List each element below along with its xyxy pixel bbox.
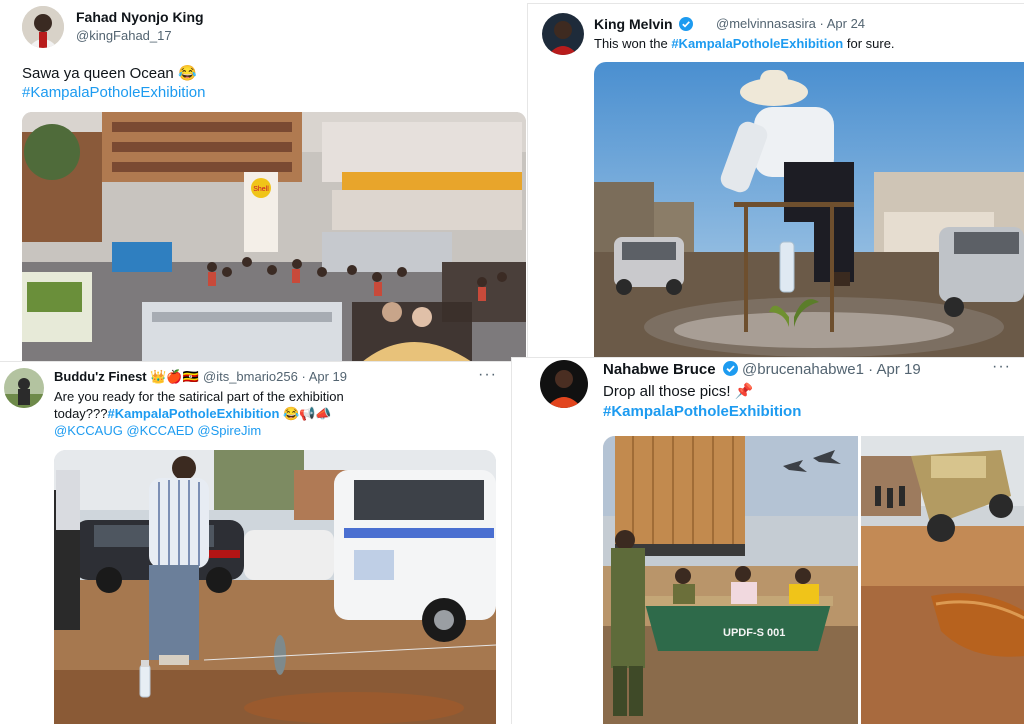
- tweet4-author-name[interactable]: Nahabwe Bruce: [603, 361, 738, 378]
- tweet1-author-name[interactable]: Fahad Nyonjo King: [76, 9, 204, 25]
- tweet4-more-options-icon[interactable]: ···: [992, 358, 1011, 376]
- tweet3-hashtag[interactable]: #KampalaPotholeExhibition: [108, 406, 280, 421]
- tweet2-author-name-text[interactable]: King Melvin: [594, 16, 673, 32]
- tweet2-text-prefix: This won the: [594, 36, 672, 51]
- verified-badge-icon: [679, 17, 694, 31]
- avatar-king-melvin[interactable]: [542, 13, 584, 55]
- tweet2-author-name[interactable]: King Melvin: [594, 16, 694, 32]
- tweet-card-3: Buddu'z Finest 👑🍎🇺🇬 @its_bmario256 · Apr…: [0, 362, 512, 724]
- boat-registration-text: UPDF-S 001: [723, 627, 785, 639]
- tweet3-author-name[interactable]: Buddu'z Finest 👑🍎🇺🇬: [54, 369, 199, 385]
- tweet3-photo-fish-pothole[interactable]: [54, 450, 496, 724]
- tweet4-author-handle[interactable]: @brucenahabwe1 · Apr 19: [742, 361, 921, 378]
- tweet2-text: This won the #KampalaPotholeExhibition f…: [594, 34, 895, 53]
- shell-sign-text: Shell: [253, 186, 269, 193]
- avatar-buddu[interactable]: [4, 368, 44, 408]
- avatar-nahabwe[interactable]: [540, 360, 588, 408]
- tweet4-hashtag[interactable]: #KampalaPotholeExhibition: [603, 402, 801, 421]
- tweet1-hashtag[interactable]: #KampalaPotholeExhibition: [22, 83, 205, 102]
- tweet4-author-name-text[interactable]: Nahabwe Bruce: [603, 361, 716, 378]
- verified-badge-icon: [722, 361, 738, 376]
- tweet3-mentions[interactable]: @KCCAUG @KCCAED @SpireJim: [54, 421, 261, 440]
- tweet-card-1: Fahad Nyonjo King @kingFahad_17 Sawa ya …: [0, 0, 528, 362]
- tweet3-text-line2-prefix: today???: [54, 406, 108, 421]
- tweet4-photo-boat-soldiers[interactable]: UPDF-S 001: [603, 436, 858, 724]
- avatar-fahad[interactable]: [22, 6, 64, 48]
- tweet2-text-suffix: for sure.: [843, 36, 895, 51]
- tweet-card-2: King Melvin @melvinnasasira · Apr 24 Thi…: [528, 4, 1024, 362]
- tweet4-photo-truck-canoe[interactable]: [861, 436, 1024, 724]
- tweet-card-4: Nahabwe Bruce @brucenahabwe1 · Apr 19 ··…: [512, 358, 1024, 724]
- tweet2-hashtag[interactable]: #KampalaPotholeExhibition: [671, 36, 843, 51]
- tweet3-text-line2-suffix: 😂📢📣: [279, 406, 332, 421]
- tweet3-author-handle[interactable]: @its_bmario256 · Apr 19: [203, 369, 347, 384]
- tweet1-text: Sawa ya queen Ocean 😂: [22, 65, 197, 82]
- tweet2-photo-pothole-plant[interactable]: [594, 62, 1024, 362]
- tweet2-author-handle[interactable]: @melvinnasasira · Apr 24: [716, 16, 865, 31]
- tweet3-more-options-icon[interactable]: ···: [478, 366, 497, 384]
- tweet1-author-handle[interactable]: @kingFahad_17: [76, 28, 172, 43]
- tweet4-text: Drop all those pics! 📌: [603, 383, 754, 400]
- tweet1-photo-kampala-traffic[interactable]: Shell: [22, 112, 526, 362]
